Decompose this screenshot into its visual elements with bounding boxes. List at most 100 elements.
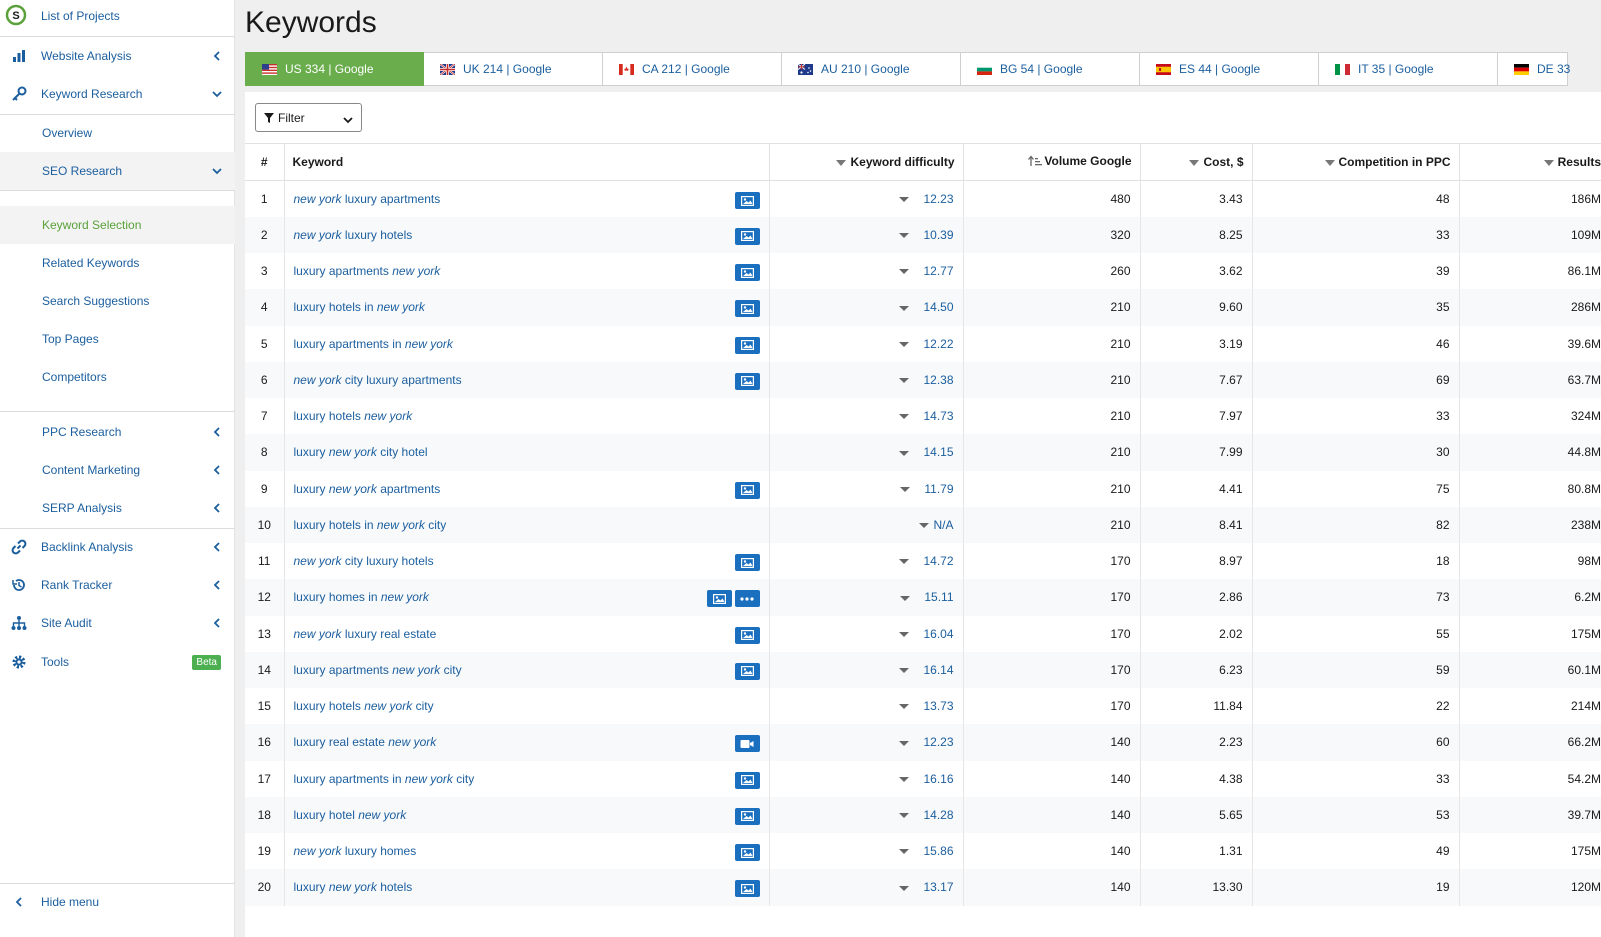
volume-cell: 320: [963, 216, 1141, 253]
keyword-text: luxury hotels: [293, 409, 365, 424]
serp-image-icon[interactable]: [734, 481, 760, 499]
serp-image-icon[interactable]: [734, 336, 760, 354]
keyword-difficulty-cell[interactable]: 10.39: [769, 216, 964, 253]
sidebar-item-serp-analysis[interactable]: SERP Analysis: [0, 498, 235, 518]
serp-image-icon[interactable]: [734, 300, 760, 318]
col-keyword-difficulty[interactable]: Keyword difficulty: [769, 143, 964, 181]
keyword-link[interactable]: new york luxury apartments: [294, 192, 441, 206]
col-competition-ppc[interactable]: Competition in PPC: [1252, 143, 1460, 181]
tab-es[interactable]: ES 44 | Google: [1140, 52, 1319, 86]
keyword-link[interactable]: luxury hotels new york city: [294, 699, 434, 713]
keyword-cell: luxury hotels in new york city: [284, 506, 770, 543]
keyword-text: luxury hotels in: [293, 300, 377, 315]
col-keyword[interactable]: Keyword: [284, 143, 770, 181]
keyword-text: city luxury hotels: [341, 554, 434, 569]
serp-image-icon[interactable]: [734, 807, 760, 825]
keyword-difficulty-cell[interactable]: 14.73: [769, 398, 964, 435]
keyword-difficulty-cell[interactable]: N/A: [769, 506, 964, 543]
serp-image-icon[interactable]: [734, 192, 760, 209]
sidebar-item-keyword-selection[interactable]: Keyword Selection: [0, 215, 235, 235]
sidebar-item-backlink-analysis[interactable]: Backlink Analysis: [0, 537, 235, 557]
hide-menu-button[interactable]: Hide menu: [0, 892, 235, 912]
sidebar-item-website-analysis[interactable]: Website Analysis: [0, 46, 235, 66]
keyword-difficulty-cell[interactable]: 16.14: [769, 651, 964, 688]
keyword-difficulty-cell[interactable]: 14.72: [769, 543, 964, 580]
sidebar-item-top-pages[interactable]: Top Pages: [0, 329, 235, 349]
keyword-link[interactable]: luxury apartments new york city: [294, 663, 462, 677]
keyword-link[interactable]: luxury hotel new york: [294, 808, 407, 822]
keyword-difficulty-cell[interactable]: 12.23: [769, 180, 964, 217]
serp-image-icon[interactable]: [734, 771, 760, 789]
filter-dropdown[interactable]: Filter: [255, 103, 362, 132]
keyword-link[interactable]: new york city luxury apartments: [294, 373, 462, 387]
results-cell: 39.6M: [1567, 336, 1601, 351]
serp-image-icon[interactable]: [706, 590, 732, 608]
serp-image-icon[interactable]: [734, 662, 760, 680]
serp-image-icon[interactable]: [734, 264, 760, 281]
keyword-difficulty-cell[interactable]: 12.23: [769, 724, 964, 761]
sidebar-item-overview[interactable]: Overview: [0, 123, 235, 143]
keyword-link[interactable]: luxury hotels new york: [294, 409, 413, 423]
keyword-link[interactable]: luxury homes in new york: [294, 590, 429, 604]
cost-cell: 1.31: [1140, 833, 1253, 870]
keyword-difficulty-cell[interactable]: 11.79: [769, 470, 964, 507]
tab-uk[interactable]: UK 214 | Google: [424, 52, 603, 86]
keyword-link[interactable]: luxury new york hotels: [294, 880, 413, 894]
serp-image-icon[interactable]: [734, 554, 760, 571]
keyword-link[interactable]: new york city luxury hotels: [294, 554, 434, 568]
serp-image-icon[interactable]: [734, 844, 760, 861]
keyword-difficulty-cell[interactable]: 15.86: [769, 833, 964, 870]
keyword-difficulty-cell[interactable]: 12.22: [769, 325, 964, 362]
col-cost[interactable]: Cost, $: [1140, 143, 1253, 181]
keyword-difficulty-cell[interactable]: 15.11: [769, 579, 964, 616]
keyword-link[interactable]: new york luxury real estate: [294, 627, 437, 641]
tab-au[interactable]: AU 210 | Google: [782, 52, 961, 86]
sidebar-item-ppc-research[interactable]: PPC Research: [0, 422, 235, 442]
serp-video-icon[interactable]: [734, 735, 760, 753]
keyword-link[interactable]: new york luxury homes: [294, 844, 417, 858]
serp-image-icon[interactable]: [734, 227, 760, 245]
volume-cell: 170: [963, 651, 1141, 688]
keyword-difficulty-cell[interactable]: 14.50: [769, 289, 964, 326]
sidebar-item-keyword-research[interactable]: Keyword Research: [0, 84, 235, 104]
sidebar-item-related-keywords[interactable]: Related Keywords: [0, 253, 235, 273]
volume-cell: 210: [963, 506, 1141, 543]
sidebar-item-content-marketing[interactable]: Content Marketing: [0, 460, 235, 480]
tab-us[interactable]: US 334 | Google: [245, 52, 424, 86]
serp-image-icon[interactable]: [734, 626, 760, 644]
keyword-difficulty-cell[interactable]: 14.28: [769, 796, 964, 833]
sidebar-item-list-of-projects[interactable]: S List of Projects: [0, 4, 235, 28]
table-row: 1 new york luxury apartments 12.23 480 3.43 4…: [245, 180, 1601, 217]
keyword-link[interactable]: luxury new york apartments: [294, 482, 441, 496]
sidebar-item-site-audit[interactable]: Site Audit: [0, 613, 235, 633]
keyword-link[interactable]: luxury hotels in new york city: [294, 518, 447, 532]
tab-it[interactable]: IT 35 | Google: [1319, 52, 1498, 86]
keyword-difficulty-cell[interactable]: 12.38: [769, 361, 964, 398]
keyword-difficulty-cell[interactable]: 12.77: [769, 253, 964, 290]
keyword-link[interactable]: luxury new york city hotel: [294, 445, 428, 459]
tab-ca[interactable]: CA 212 | Google: [603, 52, 782, 86]
sidebar-item-tools[interactable]: Tools Beta: [0, 652, 235, 672]
sidebar-item-search-suggestions[interactable]: Search Suggestions: [0, 291, 235, 311]
tab-bg[interactable]: BG 54 | Google: [961, 52, 1140, 86]
keyword-difficulty-cell[interactable]: 16.16: [769, 760, 964, 797]
col-results[interactable]: Results: [1459, 143, 1601, 181]
keyword-link[interactable]: luxury apartments in new york city: [294, 772, 475, 786]
serp-image-icon[interactable]: [734, 880, 760, 898]
keyword-difficulty-cell[interactable]: 16.04: [769, 615, 964, 652]
col-volume-google[interactable]: Volume Google: [963, 143, 1141, 181]
keyword-link[interactable]: luxury apartments new york: [294, 264, 441, 278]
sidebar-item-competitors[interactable]: Competitors: [0, 367, 235, 387]
keyword-difficulty-cell[interactable]: 13.17: [769, 869, 964, 906]
keyword-link[interactable]: luxury apartments in new york: [294, 337, 453, 351]
sidebar-item-seo-research[interactable]: SEO Research: [0, 161, 235, 181]
serp-image-icon[interactable]: [734, 372, 760, 390]
keyword-link[interactable]: luxury hotels in new york: [294, 300, 425, 314]
keyword-difficulty-cell[interactable]: 14.15: [769, 434, 964, 471]
sidebar-item-rank-tracker[interactable]: Rank Tracker: [0, 575, 235, 595]
keyword-link[interactable]: new york luxury hotels: [294, 228, 413, 242]
keyword-link[interactable]: luxury real estate new york: [294, 735, 437, 749]
more-features-icon[interactable]: [734, 590, 760, 608]
tab-de[interactable]: DE 33: [1498, 52, 1570, 86]
keyword-difficulty-cell[interactable]: 13.73: [769, 688, 964, 725]
